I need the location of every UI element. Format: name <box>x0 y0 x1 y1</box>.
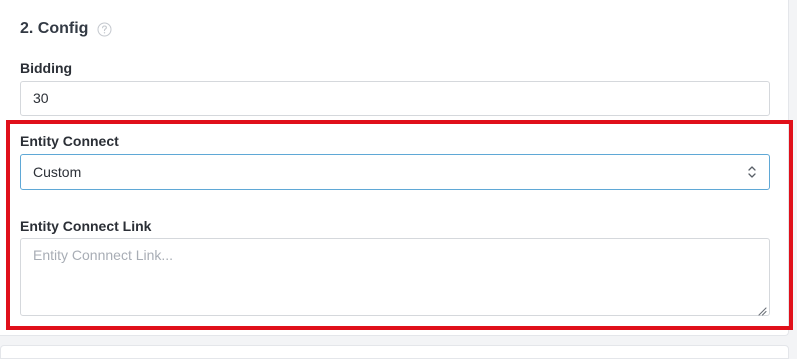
help-icon[interactable] <box>97 22 112 37</box>
entity-connect-link-textarea[interactable]: Entity Connnect Link... <box>20 238 770 316</box>
next-section-card <box>0 345 789 359</box>
updown-chevron-icon <box>747 165 757 179</box>
bidding-input[interactable]: 30 <box>20 81 770 116</box>
config-panel: 2. Config Bidding 30 Entity Connect Cust… <box>0 0 789 336</box>
bidding-label: Bidding <box>20 60 73 76</box>
resize-handle-icon[interactable] <box>757 303 767 316</box>
entity-connect-select[interactable]: Custom <box>20 154 770 190</box>
section-header: 2. Config <box>20 18 112 40</box>
entity-connect-selected-value: Custom <box>33 164 82 180</box>
entity-connect-link-label: Entity Connect Link <box>20 218 152 234</box>
entity-connect-label: Entity Connect <box>20 133 119 149</box>
entity-connect-link-placeholder: Entity Connnect Link... <box>33 247 174 263</box>
section-title: 2. Config <box>20 20 89 37</box>
